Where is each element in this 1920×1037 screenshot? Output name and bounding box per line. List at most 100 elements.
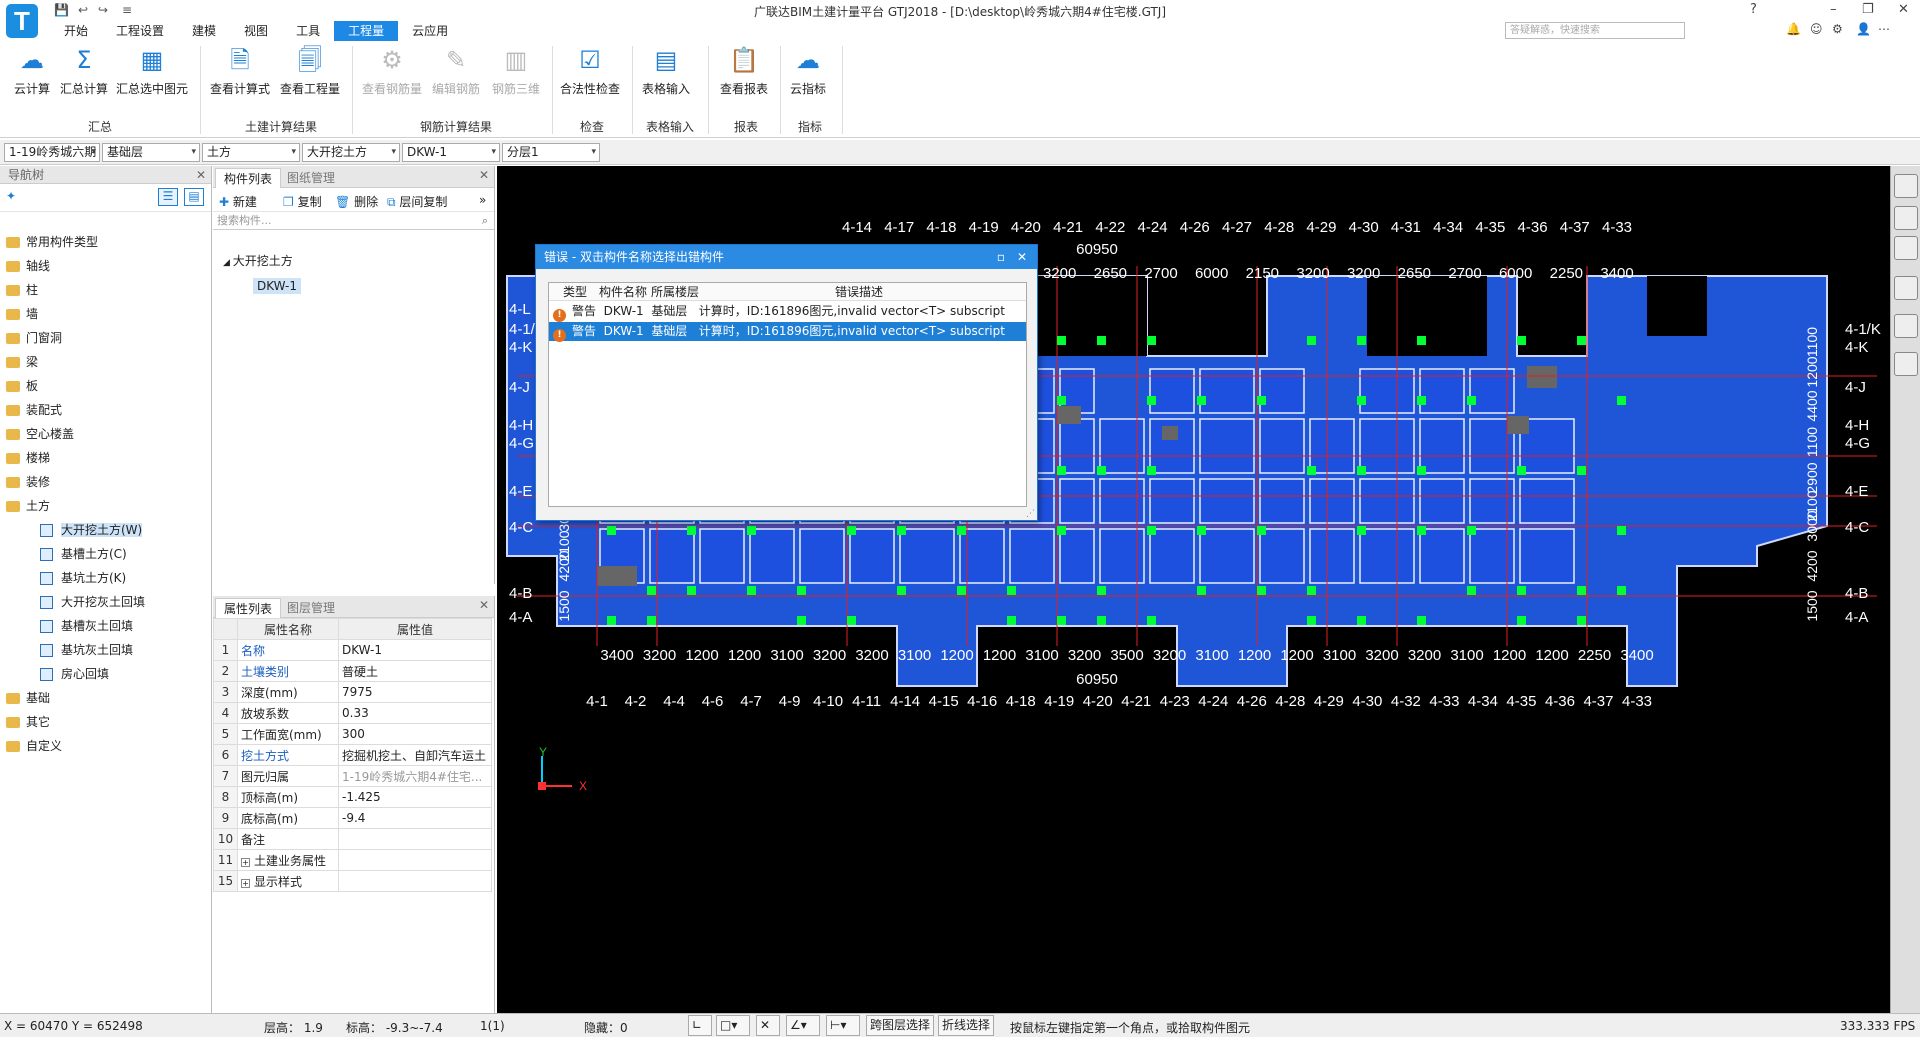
tree-root[interactable]: ◢ 大开挖土方 xyxy=(223,252,293,269)
view-report-button[interactable]: 📋 查看报表 xyxy=(712,46,776,97)
list-view-icon[interactable]: ☰ xyxy=(158,188,178,206)
help-icon[interactable]: ? xyxy=(1750,2,1757,17)
nav-subitem-pit[interactable]: 基坑土方(K) xyxy=(0,566,210,590)
tree-item-dkw1[interactable]: DKW-1 xyxy=(253,278,302,294)
delete-button[interactable]: 🗑 删除 xyxy=(335,193,378,210)
nav-item-column[interactable]: 柱 xyxy=(0,278,210,302)
maximize-icon[interactable]: ▫ xyxy=(997,245,1005,269)
property-row[interactable]: 10 备注 xyxy=(213,828,492,850)
layer-select[interactable]: 分层1 ▾ xyxy=(502,143,600,162)
user-icon[interactable]: 👤 xyxy=(1856,22,1871,36)
new-button[interactable]: ✚ 新建 xyxy=(219,193,257,210)
snap-icon[interactable]: □▾ xyxy=(716,1015,750,1036)
nav-item-foundation[interactable]: 基础 xyxy=(0,686,210,710)
nav-item-custom[interactable]: 自定义 xyxy=(0,734,210,758)
project-select[interactable]: 1-19岭秀城六期 ▾ xyxy=(4,143,100,162)
property-row[interactable]: 5 工作面宽(mm) 300 xyxy=(213,723,492,745)
save-icon[interactable]: 💾 xyxy=(54,3,69,17)
nav-item-prefab[interactable]: 装配式 xyxy=(0,398,210,422)
quick-menu-icon[interactable]: ≡ xyxy=(122,3,132,17)
polyline-select-button[interactable]: 折线选择 xyxy=(938,1015,995,1036)
property-row[interactable]: 2 土壤类别 普硬土 xyxy=(213,660,492,682)
view-formula-button[interactable]: 🗎 查看计算式 xyxy=(206,46,274,97)
property-row[interactable]: 6 挖土方式 挖掘机挖土、自卸汽车运土 xyxy=(213,744,492,766)
nav-subitem-excavation[interactable]: 大开挖土方(W) xyxy=(0,518,210,542)
property-row[interactable]: 9 底标高(m) -9.4 xyxy=(213,807,492,829)
error-row[interactable]: ! 警告 DKW-1 基础层 计算时，ID:161896图元,invalid ve… xyxy=(549,302,1026,322)
nav-item-wall[interactable]: 墙 xyxy=(0,302,210,326)
view-cube-icon[interactable] xyxy=(1894,276,1918,300)
more-icon[interactable]: » xyxy=(479,193,486,207)
error-row-selected[interactable]: ! 警告 DKW-1 基础层 计算时，ID:161896图元,invalid ve… xyxy=(549,322,1026,342)
restore-icon[interactable]: ❐ xyxy=(1862,2,1874,17)
rotate-icon[interactable] xyxy=(1894,314,1918,338)
tab-tools[interactable]: 工具 xyxy=(282,21,334,41)
offset-icon[interactable]: ⊢▾ xyxy=(826,1015,860,1036)
summary-selected-button[interactable]: ▦ 汇总选中图元 xyxy=(112,46,192,97)
minimize-icon[interactable]: – xyxy=(1830,2,1837,17)
close-icon[interactable]: ✕ xyxy=(196,166,206,184)
tab-component-list[interactable]: 构件列表 xyxy=(215,168,282,188)
nav-item-openings[interactable]: 门窗洞 xyxy=(0,326,210,350)
nav-subitem-trench-backfill[interactable]: 基槽灰土回填 xyxy=(0,614,210,638)
rebar-3d-button[interactable]: ▥ 钢筋三维 xyxy=(486,46,546,97)
component-search-input[interactable]: 搜索构件... ⌕ xyxy=(213,212,494,230)
feedback-icon[interactable]: ☺ xyxy=(1810,22,1823,36)
view-rebar-button[interactable]: ⚙ 查看钢筋量 xyxy=(358,46,426,97)
tab-start[interactable]: 开始 xyxy=(50,21,102,41)
edit-rebar-button[interactable]: ✎ 编辑钢筋 xyxy=(426,46,486,97)
nav-item-common[interactable]: 常用构件类型 xyxy=(0,230,210,254)
cross-layer-select-button[interactable]: 跨图层选择 xyxy=(866,1015,935,1036)
property-row[interactable]: 4 放坡系数 0.33 xyxy=(213,702,492,724)
settings-icon[interactable]: ⚙ xyxy=(1832,22,1843,36)
expand-icon[interactable]: + xyxy=(241,878,250,888)
property-row[interactable]: 1 名称 DKW-1 xyxy=(213,639,492,661)
property-row[interactable]: 15 + 显示样式 xyxy=(213,870,492,892)
view-top-icon[interactable] xyxy=(1894,236,1918,260)
property-row[interactable]: 8 顶标高(m) -1.425 xyxy=(213,786,492,808)
summary-calc-button[interactable]: Σ 汇总计算 xyxy=(52,46,116,97)
expand-icon[interactable]: + xyxy=(241,857,250,867)
validity-check-button[interactable]: ☑ 合法性检查 xyxy=(556,46,624,97)
tab-layer-management[interactable]: 图层管理 xyxy=(279,598,343,618)
nav-item-decoration[interactable]: 装修 xyxy=(0,470,210,494)
floor-select[interactable]: 基础层 ▾ xyxy=(102,143,200,162)
component-select[interactable]: DKW-1 ▾ xyxy=(402,143,500,162)
cross-icon[interactable]: ✕ xyxy=(756,1015,780,1036)
tab-view[interactable]: 视图 xyxy=(230,21,282,41)
tab-property-list[interactable]: 属性列表 xyxy=(215,598,282,618)
component-type-select[interactable]: 大开挖土方 ▾ xyxy=(302,143,400,162)
view-3d-icon[interactable] xyxy=(1894,206,1918,230)
dialog-close-icon[interactable]: ✕ xyxy=(1017,245,1027,269)
nav-subitem-pit-backfill[interactable]: 基坑灰土回填 xyxy=(0,638,210,662)
nav-item-slab[interactable]: 板 xyxy=(0,374,210,398)
layers-icon[interactable] xyxy=(1894,352,1918,376)
property-row[interactable]: 11 + 土建业务属性 xyxy=(213,849,492,871)
grid-view-icon[interactable]: ▤ xyxy=(184,188,204,206)
nav-item-stairs[interactable]: 楼梯 xyxy=(0,446,210,470)
table-input-button[interactable]: ▤ 表格输入 xyxy=(634,46,698,97)
close-icon[interactable]: ✕ xyxy=(1898,2,1909,17)
nav-item-axis[interactable]: 轴线 xyxy=(0,254,210,278)
tab-drawing-management[interactable]: 图纸管理 xyxy=(279,168,343,188)
orbit-icon[interactable] xyxy=(1894,174,1918,198)
nav-subitem-trench[interactable]: 基槽土方(C) xyxy=(0,542,210,566)
ortho-icon[interactable]: ∟ xyxy=(688,1015,712,1036)
tab-quantities[interactable]: 工程量 xyxy=(334,21,399,41)
floor-copy-button[interactable]: ⧉ 层间复制 xyxy=(387,193,447,210)
angle-icon[interactable]: ∠▾ xyxy=(786,1015,820,1036)
app-logo[interactable]: T xyxy=(6,4,38,38)
nav-item-other[interactable]: 其它 xyxy=(0,710,210,734)
tab-cloud[interactable]: 云应用 xyxy=(398,21,462,41)
more-icon[interactable]: ⋯ xyxy=(1878,22,1890,36)
nav-subitem-excavation-backfill[interactable]: 大开挖灰土回填 xyxy=(0,590,210,614)
copy-button[interactable]: ❐ 复制 xyxy=(283,193,322,210)
close-icon[interactable]: ✕ xyxy=(479,168,489,182)
property-row[interactable]: 7 图元归属 1-19岭秀城六期4#住宅... xyxy=(213,765,492,787)
nav-item-beam[interactable]: 梁 xyxy=(0,350,210,374)
undo-icon[interactable]: ↩ xyxy=(78,3,88,17)
pin-icon[interactable]: ✦ xyxy=(6,189,16,203)
close-icon[interactable]: ✕ xyxy=(479,598,489,612)
redo-icon[interactable]: ↪ xyxy=(98,3,108,17)
tab-modeling[interactable]: 建模 xyxy=(178,21,230,41)
